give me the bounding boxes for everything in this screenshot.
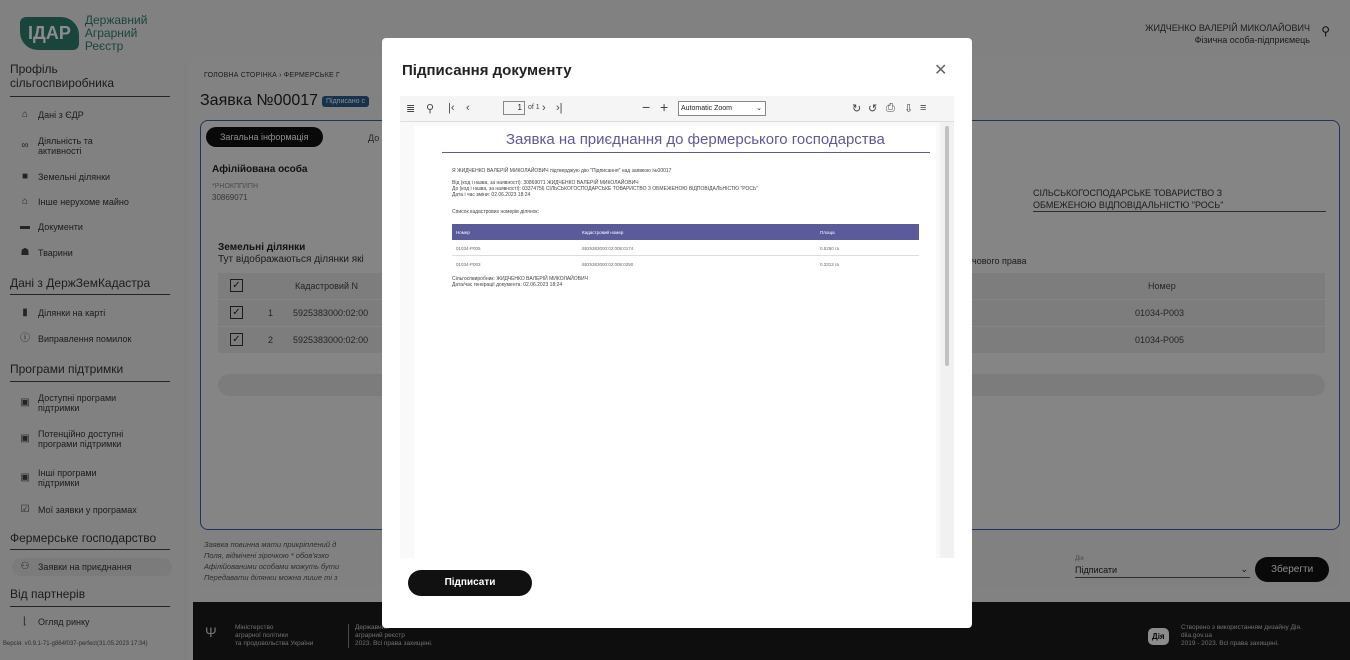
pdf-table-row: 01034-P003 5925383000:02:008:0250 0.3312…: [452, 256, 919, 272]
pdf-toolbar: ≣ ⚲ |‹ ‹ 1 of 1 › ›| − + Automatic Zoom ⌄…: [400, 96, 954, 122]
pdf-viewer: ≣ ⚲ |‹ ‹ 1 of 1 › ›| − + Automatic Zoom ⌄…: [400, 96, 954, 558]
page-number-input[interactable]: 1: [503, 101, 525, 115]
pdf-table-cell: 0.5250 га: [820, 246, 840, 251]
sidebar-toggle-icon[interactable]: ≣: [406, 102, 415, 115]
download-icon[interactable]: ⇩: [904, 102, 913, 115]
pdf-table-header-cell: Кадастровий номер: [582, 230, 624, 235]
pdf-text-line: Я ЖИДЧЕНКО ВАЛЕРІЙ МИКОЛАЙОВИЧ підтвердж…: [452, 168, 672, 174]
pdf-text-line: Дата і час зміни: 02.06.2023 18:24: [452, 192, 531, 198]
zoom-in-icon[interactable]: +: [660, 99, 668, 115]
page-count: of 1: [528, 104, 540, 111]
rotate-cw-icon[interactable]: ↻: [852, 102, 861, 115]
pdf-table-cell: 01034-P003: [456, 262, 481, 267]
sign-button[interactable]: Підписати: [408, 570, 532, 596]
pdf-table-row: 01034-P005 5925383000:02:008:0174 0.5250…: [452, 240, 919, 256]
pdf-title: Заявка на приєднання до фермерського гос…: [506, 131, 885, 148]
scrollbar-thumb[interactable]: [945, 126, 949, 366]
pdf-text-line: Дата/час генерації документа: 02.06.2023…: [452, 282, 563, 288]
pdf-table-header: Номер Кадастровий номер Площа: [452, 224, 919, 240]
pdf-table-cell: 0.3312 га: [820, 262, 840, 267]
pdf-table-cell: 5925383000:02:008:0250: [582, 262, 634, 267]
first-page-icon[interactable]: |‹: [448, 102, 455, 114]
divider: [442, 152, 930, 153]
zoom-select[interactable]: Automatic Zoom ⌄: [678, 101, 766, 116]
prev-page-icon[interactable]: ‹: [466, 102, 470, 114]
rotate-ccw-icon[interactable]: ↺: [868, 102, 877, 115]
pdf-scrollbar[interactable]: [940, 122, 954, 558]
chevron-down-icon: ⌄: [756, 105, 762, 112]
close-icon[interactable]: ✕: [934, 60, 947, 80]
pdf-table-cell: 5925383000:02:008:0174: [582, 246, 634, 251]
zoom-out-icon[interactable]: −: [642, 99, 650, 115]
menu-icon[interactable]: ≡: [920, 102, 926, 114]
modal-title: Підписання документу: [402, 62, 572, 79]
sign-document-modal: Підписання документу ✕ ≣ ⚲ |‹ ‹ 1 of 1 ›…: [382, 38, 972, 628]
search-icon[interactable]: ⚲: [426, 102, 434, 115]
next-page-icon[interactable]: ›: [542, 102, 546, 114]
pdf-table-header-cell: Площа: [820, 230, 835, 235]
pdf-table-cell: 01034-P005: [456, 246, 481, 251]
zoom-value: Automatic Zoom: [681, 105, 732, 112]
last-page-icon[interactable]: ›|: [556, 102, 563, 114]
pdf-page: Заявка на приєднання до фермерського гос…: [414, 126, 936, 558]
pdf-text-line: Список кадастрових номерів ділянок:: [452, 209, 539, 215]
print-icon[interactable]: ⎙: [886, 102, 895, 115]
pdf-table-header-cell: Номер: [456, 230, 470, 235]
